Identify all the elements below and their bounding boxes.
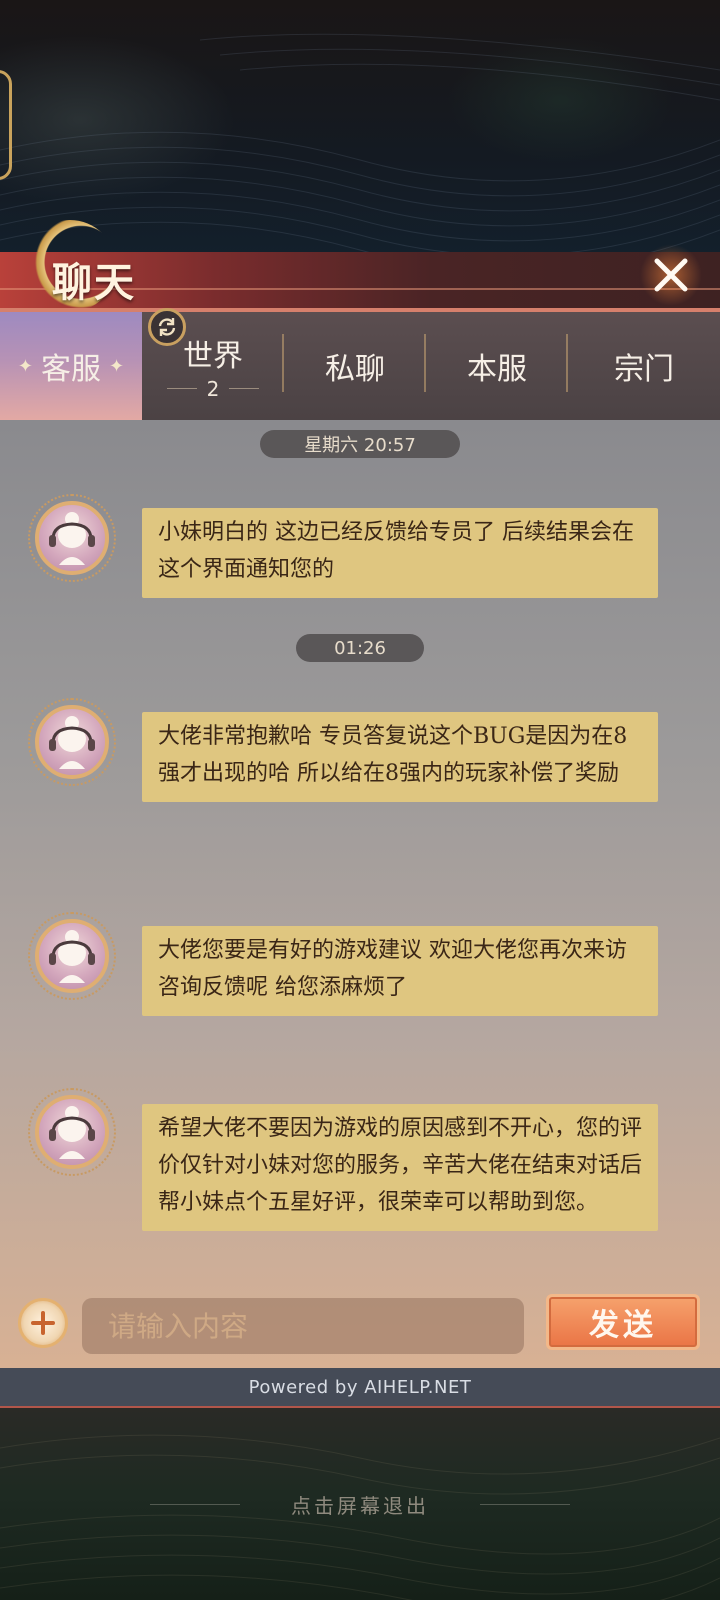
timestamp: 星期六 20:57 <box>260 430 460 458</box>
tab-private-chat[interactable]: 私聊 <box>284 312 426 420</box>
message-bubble[interactable]: 小妹明白的 这边已经反馈给专员了 后续结果会在这个界面通知您的 <box>142 508 658 598</box>
tab-label: 客服 <box>41 352 101 387</box>
sparkle-left-icon: ✦ <box>17 355 33 377</box>
message-input[interactable] <box>82 1298 524 1354</box>
chat-message-list[interactable]: 星期六 20:57 小妹明白的 这边已经反馈给专员了 后续结果会在这个界面通知您… <box>0 420 720 1368</box>
support-agent-avatar[interactable] <box>28 1088 116 1176</box>
add-attachment-button[interactable] <box>18 1298 68 1348</box>
tab-sect[interactable]: 宗门 <box>568 312 720 420</box>
agent-face-icon <box>49 512 95 565</box>
plus-icon <box>31 1311 55 1335</box>
send-button[interactable]: 发送 <box>546 1294 700 1350</box>
top-decorative-background <box>0 0 720 260</box>
powered-by-label: Powered by AIHELP.NET <box>0 1368 720 1408</box>
message-bubble[interactable]: 希望大佬不要因为游戏的原因感到不开心，您的评价仅针对小妹对您的服务，辛苦大佬在结… <box>142 1104 658 1231</box>
tab-server[interactable]: 本服 <box>426 312 568 420</box>
tab-label: 宗门 <box>614 352 674 387</box>
tab-label: 世界 <box>183 339 243 374</box>
agent-face-icon <box>49 1106 95 1159</box>
tab-customer-service[interactable]: ✦ 客服 ✦ <box>0 312 142 420</box>
exit-hint[interactable]: 点击屏幕退出 <box>0 1490 720 1519</box>
tab-label: 私聊 <box>325 352 385 387</box>
chat-tabs: ✦ 客服 ✦ 世界 2 私聊 本服 宗门 <box>0 312 720 420</box>
message-bubble[interactable]: 大佬您要是有好的游戏建议 欢迎大佬您再次来访咨询反馈呢 给您添麻烦了 <box>142 926 658 1016</box>
sparkle-right-icon: ✦ <box>109 355 125 377</box>
timestamp: 01:26 <box>296 634 424 662</box>
close-icon <box>654 258 688 292</box>
message-bubble[interactable]: 大佬非常抱歉哈 专员答复说这个BUG是因为在8强才出现的哈 所以给在8强内的玩家… <box>142 712 658 802</box>
agent-face-icon <box>49 930 95 983</box>
support-agent-avatar[interactable] <box>28 494 116 582</box>
page-title: 聊天 <box>52 259 136 306</box>
support-agent-avatar[interactable] <box>28 912 116 1000</box>
agent-face-icon <box>49 716 95 769</box>
support-agent-avatar[interactable] <box>28 698 116 786</box>
refresh-icon <box>158 318 176 336</box>
unread-count: 2 <box>206 377 220 401</box>
refresh-button[interactable] <box>148 308 186 346</box>
left-frame-decoration <box>0 70 12 180</box>
tab-label: 本服 <box>467 352 527 387</box>
close-button[interactable] <box>640 244 702 306</box>
